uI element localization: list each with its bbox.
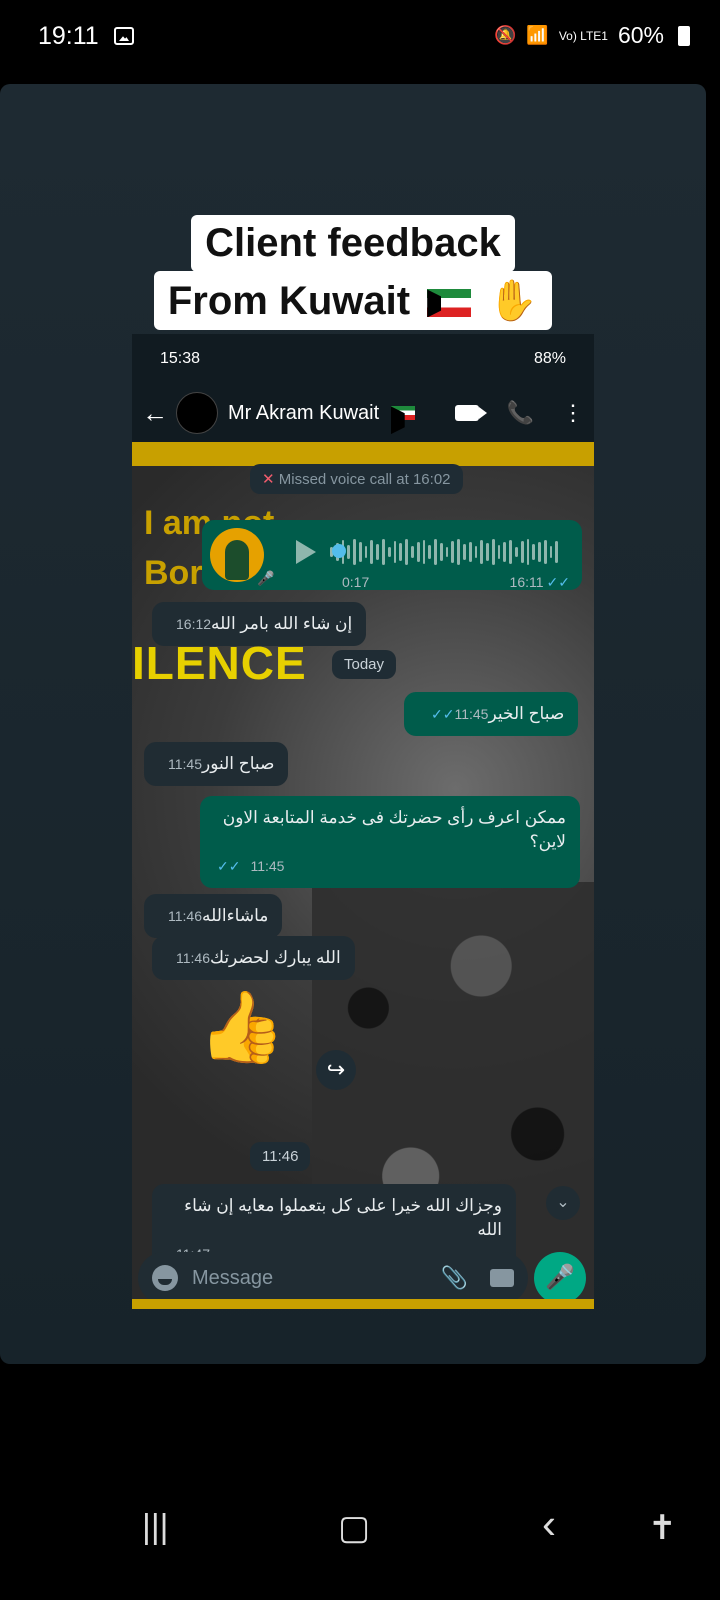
play-icon[interactable] bbox=[296, 540, 316, 564]
message-text: صباح الخير bbox=[488, 704, 565, 723]
emoji-icon[interactable] bbox=[152, 1265, 178, 1291]
status-time: 19:11 bbox=[38, 22, 99, 50]
inner-status-bar: 15:38 88% bbox=[132, 334, 594, 384]
mic-button[interactable]: 🎤 bbox=[534, 1252, 586, 1304]
story-card: Client feedback From Kuwait ✋ 15:38 88% … bbox=[0, 84, 706, 1364]
status-bar: 19:11 🔕 📶 Vo) LTE1 60% bbox=[0, 0, 720, 80]
mic-icon: 🎤 bbox=[257, 570, 275, 586]
home-button[interactable]: ▢ bbox=[338, 1508, 370, 1548]
header-actions: 📞 ⋮ bbox=[454, 400, 584, 426]
outgoing-message-4[interactable]: ممكن اعرف رأى حضرتك فى خدمة المتابعة الا… bbox=[200, 796, 580, 888]
incoming-message-1[interactable]: إن شاء الله بامر الله16:12 bbox=[152, 602, 367, 646]
accessibility-button[interactable]: ✝ bbox=[648, 1508, 677, 1548]
recents-button[interactable]: ||| bbox=[142, 1508, 169, 1547]
message-time: 11:45 bbox=[168, 756, 202, 772]
message-input[interactable]: Message bbox=[192, 1267, 441, 1290]
missed-call-text: Missed voice call at 16:02 bbox=[278, 471, 451, 488]
voice-waveform[interactable] bbox=[330, 538, 559, 566]
thumbs-up-sticker[interactable]: 👍 bbox=[198, 987, 285, 1069]
voice-time-text: 16:11 bbox=[509, 574, 544, 590]
message-text: ممكن اعرف رأى حضرتك فى خدمة المتابعة الا… bbox=[222, 808, 566, 851]
voice-message[interactable]: 🎤 0:17 16:11 ✓✓ bbox=[202, 520, 582, 590]
caption-line-1: Client feedback bbox=[0, 215, 706, 272]
whatsapp-screenshot: 15:38 88% ← Mr Akram Kuwait 📞 ⋮ I am not… bbox=[132, 334, 594, 1309]
camera-icon[interactable] bbox=[490, 1269, 514, 1287]
gallery-icon bbox=[114, 27, 134, 45]
wallpaper-band-bottom bbox=[132, 1299, 594, 1309]
missed-call-notice: ✕ Missed voice call at 16:02 bbox=[250, 464, 463, 494]
caption-line-2: From Kuwait ✋ bbox=[0, 271, 706, 330]
voice-time: 16:11 ✓✓ bbox=[509, 574, 570, 590]
wifi-icon: 📶 bbox=[526, 25, 549, 45]
contact-name[interactable]: Mr Akram Kuwait bbox=[228, 402, 455, 425]
date-divider: Today bbox=[332, 650, 397, 679]
message-time-wrap: 11:45✓✓ bbox=[431, 706, 489, 722]
message-time: 11:46 bbox=[176, 950, 210, 966]
phone-icon[interactable]: 📞 bbox=[507, 400, 534, 426]
chat-header: ← Mr Akram Kuwait 📞 ⋮ bbox=[132, 384, 594, 442]
message-text: إن شاء الله بامر الله bbox=[211, 614, 353, 633]
incoming-message-6[interactable]: الله يبارك لحضرتك11:46 bbox=[152, 936, 355, 980]
message-input-bar[interactable]: Message 📎 bbox=[138, 1252, 528, 1304]
kuwait-flag-icon bbox=[427, 289, 472, 318]
inner-battery: 88% bbox=[533, 350, 566, 367]
chat-area[interactable]: I am not Born T ILENCE ✕ Missed voice ca… bbox=[132, 442, 594, 1309]
message-text: ماشاءالله bbox=[202, 906, 269, 925]
back-arrow-icon[interactable]: ← bbox=[142, 398, 168, 429]
message-time: 11:45 bbox=[250, 858, 285, 874]
chevron-down-icon[interactable]: ⌄ bbox=[546, 1186, 580, 1220]
message-time: 16:12 bbox=[176, 616, 212, 632]
silent-icon: 🔕 bbox=[493, 25, 517, 45]
sticker-time: 11:46 bbox=[250, 1142, 311, 1171]
caption-text-2: From Kuwait bbox=[167, 279, 411, 323]
video-call-icon[interactable] bbox=[454, 405, 487, 421]
forward-icon[interactable]: ↪ bbox=[316, 1050, 356, 1090]
message-text: الله يبارك لحضرتك bbox=[210, 948, 341, 967]
message-text: صباح النور bbox=[202, 754, 275, 773]
inner-time: 15:38 bbox=[160, 350, 201, 367]
outgoing-message-2[interactable]: صباح الخير11:45✓✓ bbox=[404, 692, 579, 736]
playhead[interactable] bbox=[332, 544, 346, 558]
status-right: 🔕 📶 Vo) LTE1 60% bbox=[494, 22, 690, 49]
more-icon[interactable]: ⋮ bbox=[562, 400, 584, 426]
wallpaper-band-top bbox=[132, 442, 594, 466]
incoming-message-3[interactable]: صباح النور11:45 bbox=[144, 742, 289, 786]
attach-icon[interactable]: 📎 bbox=[441, 1265, 468, 1291]
back-button[interactable]: ‹ bbox=[542, 1500, 556, 1548]
network-label: Vo) LTE1 bbox=[558, 28, 608, 43]
raised-hand-emoji: ✋ bbox=[488, 279, 539, 323]
message-time: 11:46 bbox=[168, 908, 202, 924]
navigation-bar: ||| ▢ ‹ ✝ bbox=[0, 1480, 720, 1580]
message-text: وجزاك الله خيرا على كل بتعملوا معايه إن … bbox=[184, 1196, 502, 1239]
contact-avatar[interactable] bbox=[176, 392, 218, 434]
incoming-message-5[interactable]: ماشاءالله11:46 bbox=[144, 894, 283, 938]
caption-text-1: Client feedback bbox=[191, 215, 515, 272]
battery-icon bbox=[678, 25, 690, 46]
message-time: 11:45 bbox=[454, 706, 489, 722]
kuwait-flag-icon bbox=[390, 406, 415, 421]
voice-duration: 0:17 bbox=[342, 574, 370, 590]
caption-box-2: From Kuwait ✋ bbox=[153, 271, 553, 330]
battery-text: 60% bbox=[617, 22, 664, 48]
sender-avatar bbox=[210, 528, 264, 582]
contact-name-text: Mr Akram Kuwait bbox=[228, 401, 380, 424]
